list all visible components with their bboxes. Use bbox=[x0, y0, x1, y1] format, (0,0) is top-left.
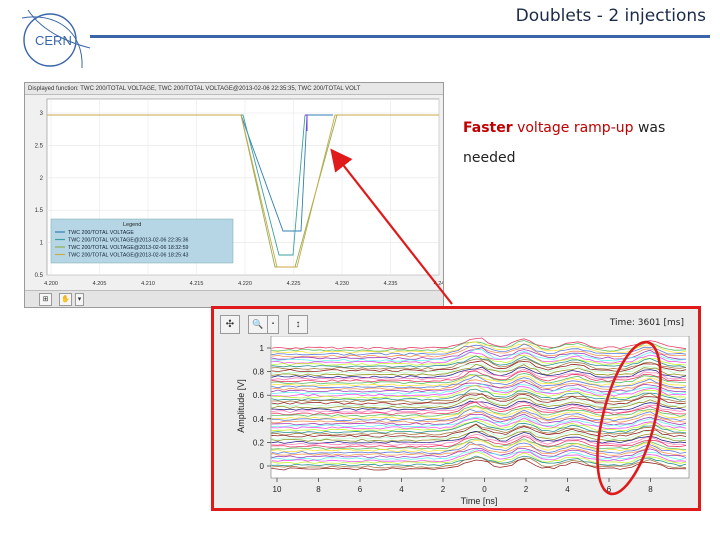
x-tick-label: 0 bbox=[482, 485, 487, 494]
x-tick-label: 4 bbox=[399, 485, 404, 494]
x-tick-label: 2 bbox=[441, 485, 446, 494]
y-tick-label: 0.2 bbox=[253, 438, 265, 447]
move-icon[interactable]: ✣ bbox=[220, 315, 240, 334]
time-readout: Time: 3601 [ms] bbox=[609, 318, 684, 328]
x-tick-label: 8 bbox=[316, 485, 321, 494]
x-tick-label: 10 bbox=[273, 485, 282, 494]
y-tick-label: 0.4 bbox=[253, 415, 265, 424]
vertical-scale-icon[interactable]: ↕ bbox=[288, 315, 308, 334]
amplitude-chart: 10.80.60.40.20 10 8 6 4 2 0 2 4 6 8 Amplitude [V]… bbox=[236, 336, 690, 506]
y-tick-label: 0.6 bbox=[253, 391, 265, 400]
x-tick-label: 4 bbox=[565, 485, 570, 494]
y-tick-label: 0.8 bbox=[253, 368, 265, 377]
x-axis-label: Time [ns] bbox=[461, 496, 498, 506]
y-tick-label: 1 bbox=[260, 344, 265, 353]
x-tick-label: 2 bbox=[524, 485, 529, 494]
y-tick-label: 0 bbox=[260, 462, 265, 471]
zoom-icon[interactable]: 🔍 bbox=[248, 315, 268, 334]
x-tick-label: 6 bbox=[358, 485, 363, 494]
x-tick-label: 8 bbox=[648, 485, 653, 494]
y-axis-label: Amplitude [V] bbox=[236, 379, 246, 433]
amplitude-plot-window: ✣ 🔍 ▪ ↕ Time: 3601 [ms] 1 0.8 0.6 0.4 0.2 0 1… bbox=[211, 306, 701, 511]
zoom-dropdown-icon[interactable]: ▪ bbox=[267, 315, 279, 334]
